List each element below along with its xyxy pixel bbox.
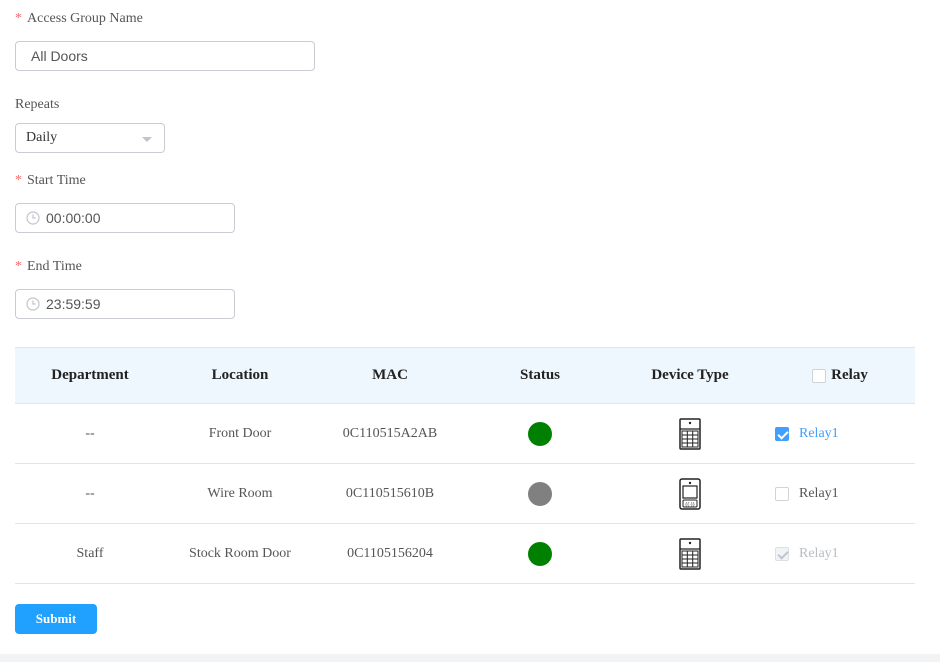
cell-mac: 0C110515A2AB [342,425,438,441]
table-row: -- Wire Room 0C110515610B ((·)) Relay1 [15,464,915,524]
header-location: Location [211,367,269,383]
status-online-dot [528,541,552,566]
table-row: Staff Stock Room Door 0C1105156204 Relay… [15,524,915,584]
relay-checkbox[interactable] [775,486,789,501]
cell-location: Stock Room Door [189,545,291,561]
relay-label: Relay1 [799,485,839,501]
cell-location: Wire Room [207,485,273,501]
required-mark: * [15,173,22,188]
keypad-door-phone-icon [679,417,701,450]
relay-checkbox-disabled [775,546,789,561]
devices-table: Department Location MAC Status Device Ty… [15,347,915,584]
cell-department: -- [85,485,95,501]
access-group-name-label: * Access Group Name [15,11,143,26]
clock-icon [26,211,40,225]
footer-bar [0,654,940,662]
cell-mac: 0C110515610B [345,485,435,501]
header-status: Status [519,367,560,383]
start-time-input[interactable]: 00:00:00 [15,203,235,233]
relay-label: Relay1 [799,425,839,441]
svg-text:((·)): ((·)) [685,502,694,508]
clock-icon [26,297,40,311]
cell-department: Staff [76,545,104,561]
table-row: -- Front Door 0C110515A2AB Relay1 [15,404,915,464]
cell-location: Front Door [208,425,272,441]
relay-checkbox[interactable] [775,426,789,441]
header-relay: Relay [765,348,915,403]
end-time-label: * End Time [15,259,82,274]
card-reader-door-phone-icon: ((·)) [679,477,701,510]
status-offline-dot [528,481,552,506]
caret-down-icon [142,137,152,142]
start-time-label: * Start Time [15,173,86,188]
relay-option[interactable]: Relay1 [765,404,915,463]
required-mark: * [15,11,22,26]
header-mac: MAC [372,367,408,383]
relay-option: Relay1 [765,524,915,583]
cell-department: -- [85,425,95,441]
relay-option[interactable]: Relay1 [765,464,915,523]
access-group-name-input[interactable]: All Doors [15,41,315,71]
required-mark: * [15,259,22,274]
keypad-door-phone-icon [679,537,701,570]
repeats-select[interactable]: Daily [15,123,165,153]
status-online-dot [528,421,552,446]
cell-mac: 0C1105156204 [347,545,433,561]
table-header: Department Location MAC Status Device Ty… [15,347,915,404]
select-all-relay-checkbox[interactable] [812,368,827,383]
repeats-label: Repeats [15,97,60,112]
submit-button[interactable]: Submit [15,604,97,634]
relay-label: Relay1 [799,545,839,561]
header-department: Department [51,367,129,383]
header-device-type: Device Type [651,367,729,383]
end-time-input[interactable]: 23:59:59 [15,289,235,319]
